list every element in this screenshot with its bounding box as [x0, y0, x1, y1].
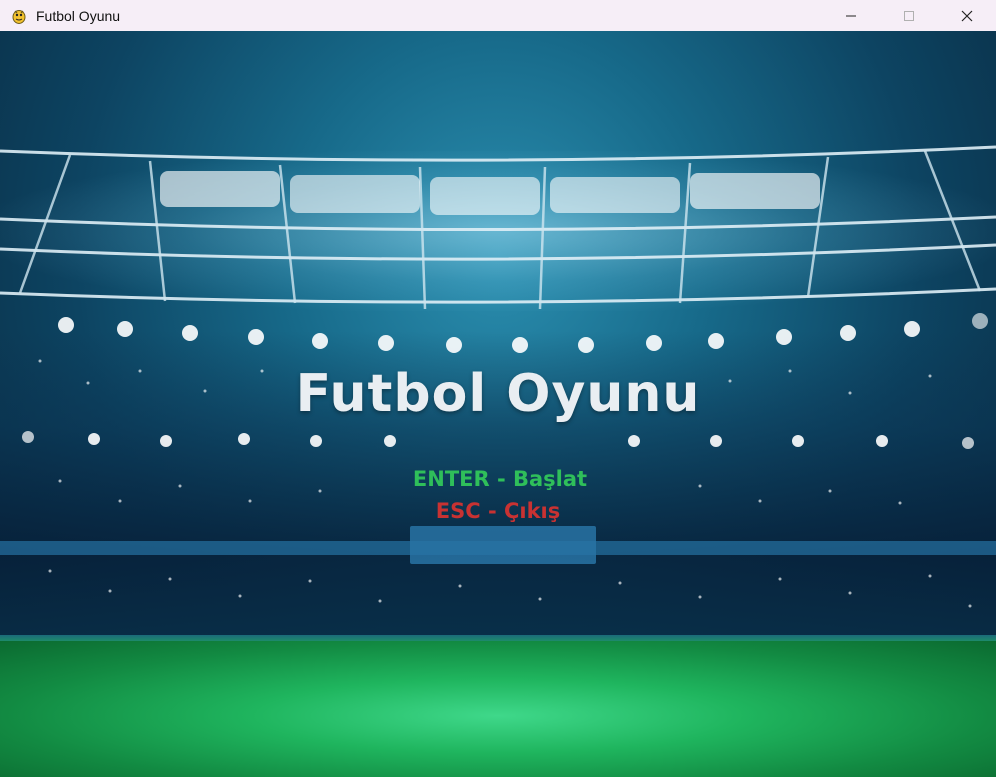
window-title: Futbol Oyunu — [36, 7, 121, 24]
center-board-panel — [410, 526, 596, 564]
game-title: Futbol Oyunu — [295, 364, 701, 424]
minimize-button[interactable] — [822, 0, 880, 31]
maximize-button[interactable] — [880, 0, 938, 31]
menu-exit-option[interactable]: ESC - Çıkış — [0, 499, 996, 523]
close-button[interactable] — [938, 0, 996, 31]
game-window: Futbol Oyunu Futbol Oyunu ENTER - Başlat… — [0, 0, 996, 777]
menu-start-option[interactable]: ENTER - Başlat — [0, 467, 996, 491]
window-controls — [822, 0, 996, 31]
maximize-icon — [904, 10, 914, 21]
close-icon — [961, 10, 973, 21]
minimize-icon — [846, 15, 856, 16]
title-bar[interactable]: Futbol Oyunu — [0, 0, 996, 31]
football-pitch — [0, 641, 996, 777]
app-icon — [10, 7, 28, 25]
game-canvas[interactable]: Futbol Oyunu ENTER - Başlat ESC - Çıkış — [0, 31, 996, 777]
